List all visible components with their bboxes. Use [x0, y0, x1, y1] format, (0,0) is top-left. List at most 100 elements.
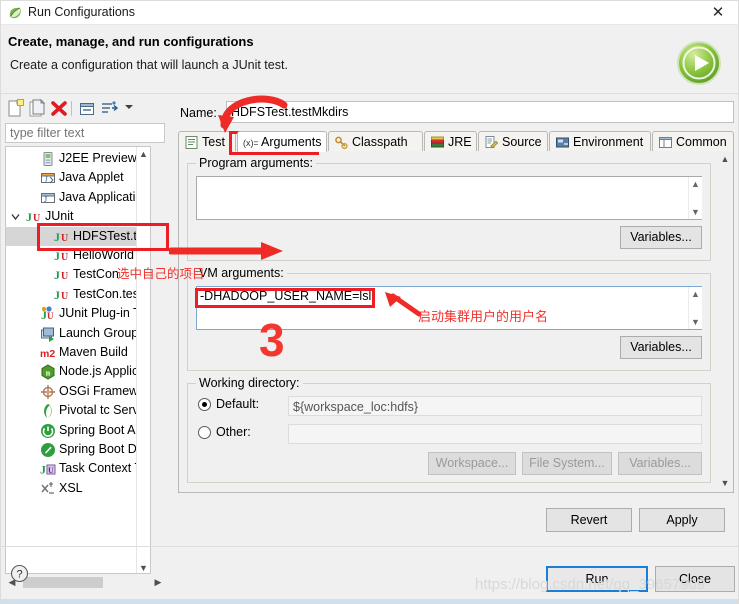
- tree-item-spring-boot-devto[interactable]: Spring Boot Devto: [6, 440, 150, 459]
- junit-plugin-icon: JU: [40, 306, 56, 322]
- vm-arguments-variables-button[interactable]: Variables...: [620, 336, 702, 359]
- working-directory-other-radio[interactable]: [198, 426, 211, 439]
- working-directory-default-value: ${workspace_loc:hdfs}: [288, 396, 702, 416]
- filter-icon[interactable]: [99, 99, 119, 118]
- working-directory-variables-button[interactable]: Variables...: [618, 452, 702, 475]
- close-button[interactable]: Close: [655, 566, 735, 592]
- junit-icon: JU: [54, 287, 70, 303]
- footer-divider: [1, 546, 738, 547]
- tab-environment[interactable]: Environment: [549, 131, 651, 152]
- program-arguments-input[interactable]: [196, 176, 702, 220]
- scroll-down-icon[interactable]: ▼: [137, 561, 150, 573]
- nodejs-icon: n: [40, 364, 56, 380]
- tree-item-node-js-application[interactable]: nNode.js Application: [6, 362, 150, 381]
- tree-item-junit[interactable]: J U JUnit: [6, 207, 150, 226]
- common-icon: [658, 135, 673, 150]
- configurations-tree[interactable]: J2EE Preview J Java Applet J Java Applicatio…: [5, 146, 151, 574]
- tree-item-testcon[interactable]: J U TestCon: [6, 265, 150, 284]
- tab-test[interactable]: Test: [178, 131, 236, 152]
- tree-item-label: TestCon.test: [73, 286, 143, 301]
- tree-item-hdfstest-testm[interactable]: JUHDFSTest.testM: [6, 226, 150, 246]
- scrollbar-thumb[interactable]: [23, 577, 103, 588]
- tab-bar: Test (x)= Arguments Classpath JRE Source Envir…: [178, 131, 734, 152]
- junit-icon: JU: [26, 209, 42, 225]
- tree-horizontal-scrollbar[interactable]: ◀ ▶: [5, 575, 165, 590]
- delete-icon[interactable]: [49, 99, 69, 118]
- collapse-all-icon[interactable]: [77, 99, 97, 118]
- tree-item-xsl[interactable]: XSL: [6, 479, 150, 498]
- vm-arguments-input[interactable]: -DHADOOP_USER_NAME=lsl: [196, 286, 702, 330]
- scroll-up-icon[interactable]: ▲: [689, 287, 702, 301]
- scroll-up-icon[interactable]: ▲: [689, 177, 702, 191]
- scroll-down-icon[interactable]: ▼: [718, 476, 732, 491]
- green-run-arrow-icon: [676, 40, 722, 86]
- program-arguments-variables-button[interactable]: Variables...: [620, 226, 702, 249]
- svg-text:n: n: [46, 369, 51, 378]
- tree-vertical-scrollbar[interactable]: ▲ ▼: [136, 147, 150, 573]
- window-title: Run Configurations: [28, 5, 136, 19]
- tab-classpath[interactable]: Classpath: [328, 131, 423, 152]
- working-directory-default-radio[interactable]: [198, 398, 211, 411]
- tree-item-testcon-test[interactable]: J U TestCon.test: [6, 285, 150, 304]
- tree-item-launch-group[interactable]: Launch Group: [6, 324, 150, 343]
- search-input[interactable]: [5, 123, 165, 143]
- new-configuration-icon[interactable]: [5, 98, 25, 118]
- view-menu-chevron-icon[interactable]: [125, 105, 133, 109]
- svg-text:J: J: [45, 176, 48, 184]
- tree-item-osgi-framework[interactable]: OSGi Framework: [6, 382, 150, 401]
- tree-item-label: J2EE Preview: [59, 151, 137, 165]
- test-icon: [184, 135, 199, 150]
- configurations-panel: J2EE Preview J Java Applet JJava Applicatio…: [1, 96, 172, 590]
- configuration-editor: Name: Test (x)=Arguments Classpath JRE Sourc…: [177, 99, 735, 493]
- tree-item-pivotal-tc-server[interactable]: Pivotal tc Server: [6, 401, 150, 420]
- run-configurations-dialog: Run Configurations ✕ Create, manage, and…: [0, 0, 739, 604]
- tree-item-j2ee-preview[interactable]: J2EE Preview: [6, 149, 150, 168]
- launch-group-icon: [40, 326, 56, 342]
- vm-arguments-scrollbar[interactable]: ▲ ▼: [688, 287, 702, 329]
- scroll-up-icon[interactable]: ▲: [137, 147, 150, 161]
- program-arguments-scrollbar[interactable]: ▲ ▼: [688, 177, 702, 219]
- tree-item-task-context-test[interactable]: J U Task Context Test: [6, 459, 150, 478]
- junit-icon: JU: [54, 248, 70, 264]
- tree-item-label: JUnit: [45, 209, 74, 224]
- tab-common[interactable]: Common: [652, 131, 734, 152]
- tree-item-helloworldtest[interactable]: J U HelloWorldTest: [6, 246, 150, 265]
- page-vertical-scrollbar[interactable]: ▲ ▼: [718, 152, 732, 491]
- svg-text:J: J: [54, 288, 60, 302]
- tree-item-java-applet[interactable]: J Java Applet: [6, 168, 150, 187]
- workspace-button[interactable]: Workspace...: [428, 452, 516, 475]
- close-icon[interactable]: ✕: [696, 1, 738, 25]
- revert-button[interactable]: Revert: [546, 508, 632, 532]
- file-system-button[interactable]: File System...: [522, 452, 612, 475]
- tab-label: Classpath: [352, 135, 408, 149]
- toolbar-separator: [71, 101, 72, 116]
- environment-icon: [555, 135, 570, 150]
- tab-arguments[interactable]: (x)= Arguments: [237, 131, 327, 152]
- chevron-down-icon[interactable]: [10, 211, 21, 222]
- svg-text:U: U: [33, 213, 40, 224]
- tab-label: Environment: [573, 135, 644, 149]
- run-button[interactable]: Run: [546, 566, 648, 592]
- java-application-icon: J: [40, 190, 56, 206]
- scroll-down-icon[interactable]: ▼: [689, 315, 702, 329]
- working-directory-other-input[interactable]: [288, 424, 702, 444]
- working-directory-other-label: Other:: [216, 425, 251, 439]
- tree-item-spring-boot-app[interactable]: Spring Boot App: [6, 421, 150, 440]
- tree-item-label: Maven Build: [59, 345, 128, 359]
- tree-item-label: XSL: [59, 480, 83, 495]
- duplicate-icon[interactable]: [27, 98, 47, 118]
- page-subtitle: Create a configuration that will launch …: [10, 58, 288, 72]
- eclipse-leaf-icon: [8, 6, 22, 20]
- tab-jre[interactable]: JRE: [424, 131, 477, 152]
- scroll-up-icon[interactable]: ▲: [718, 152, 732, 167]
- scroll-down-icon[interactable]: ▼: [689, 205, 702, 219]
- scroll-right-icon[interactable]: ▶: [151, 575, 165, 590]
- help-question-icon[interactable]: ?: [10, 564, 29, 583]
- tree-item-java-application[interactable]: J Java Application: [6, 188, 150, 207]
- tree-item-junit-plug-in-test[interactable]: J U JUnit Plug-in Test: [6, 304, 150, 323]
- tab-label: Common: [676, 135, 727, 149]
- apply-button[interactable]: Apply: [639, 508, 725, 532]
- configuration-name-input[interactable]: [226, 101, 734, 123]
- tab-source[interactable]: Source: [478, 131, 548, 152]
- tree-item-maven-build[interactable]: m2 Maven Build: [6, 343, 150, 362]
